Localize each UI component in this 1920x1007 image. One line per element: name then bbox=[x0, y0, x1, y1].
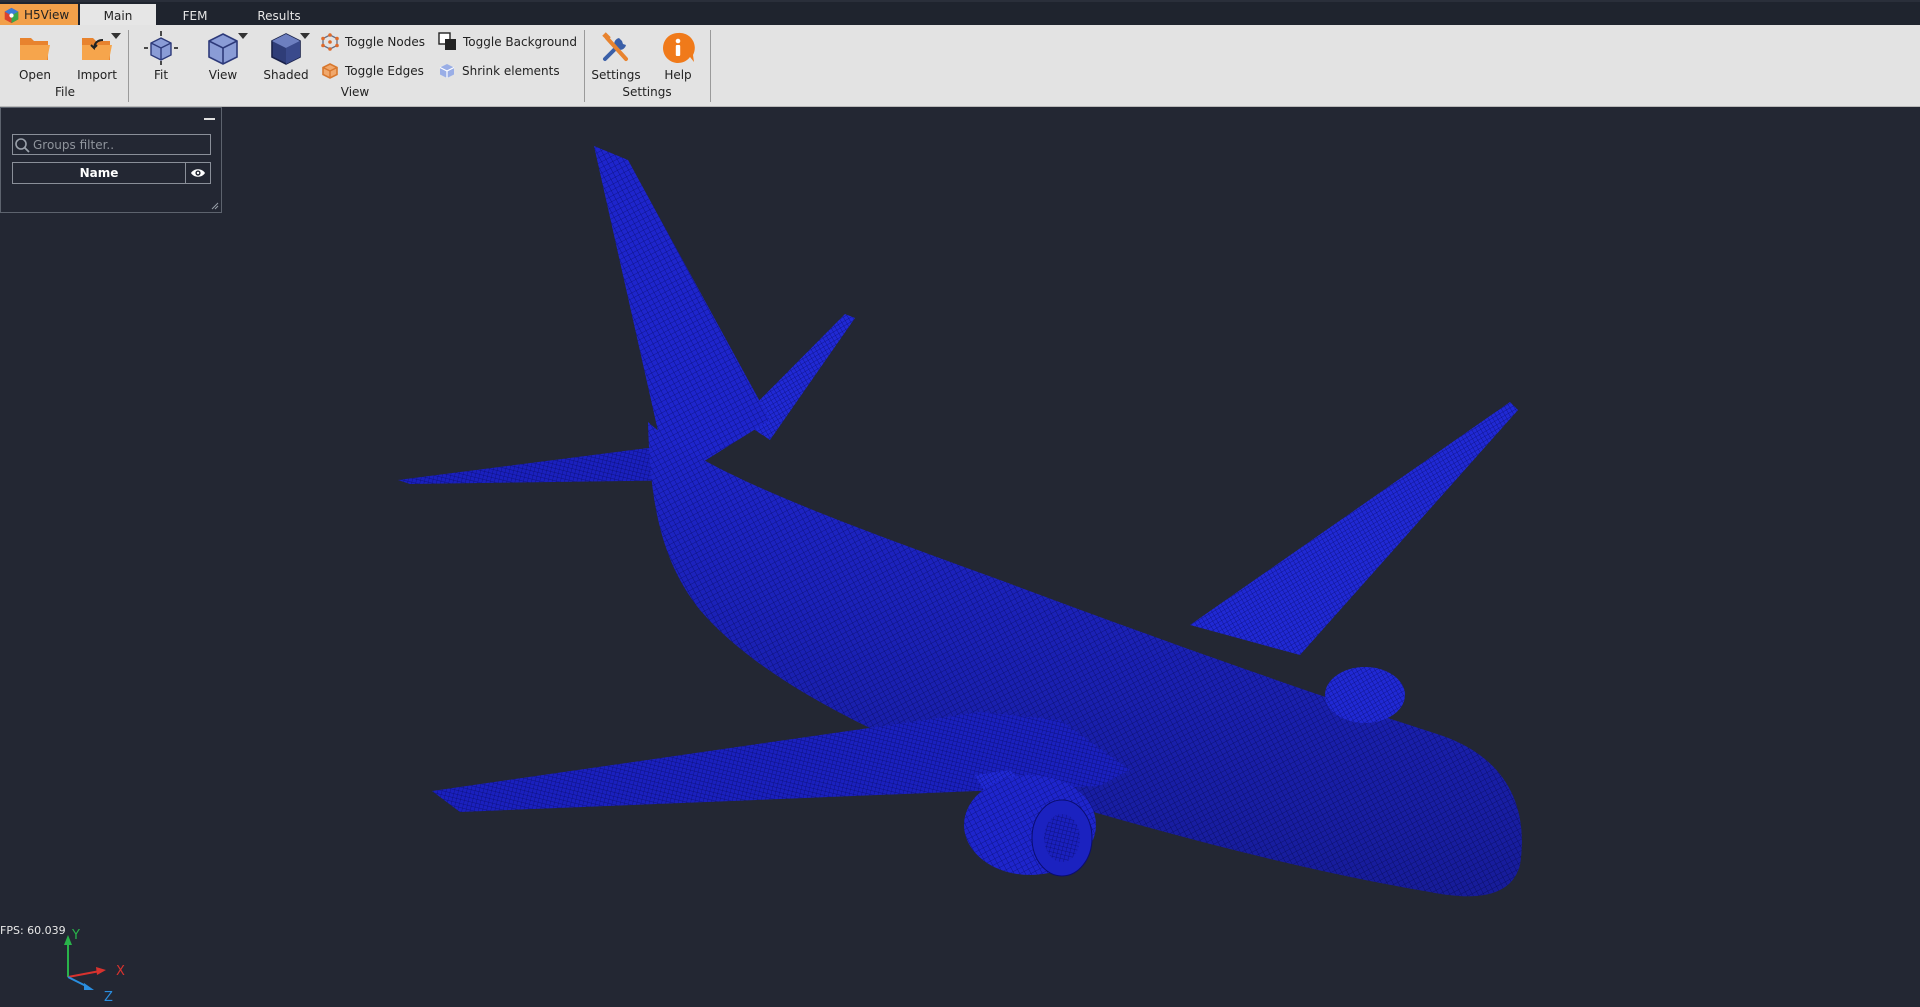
tab-results[interactable]: Results bbox=[250, 4, 308, 27]
shaded-label: Shaded bbox=[263, 68, 309, 82]
visibility-column-header[interactable] bbox=[186, 163, 210, 183]
search-icon bbox=[15, 137, 30, 153]
nodes-icon bbox=[321, 33, 339, 51]
toggle-nodes-button[interactable]: Toggle Nodes bbox=[321, 33, 425, 51]
folder-open-icon bbox=[20, 38, 50, 60]
toggle-edges-label: Toggle Edges bbox=[345, 64, 424, 78]
groups-filter-box[interactable] bbox=[12, 134, 211, 155]
separator bbox=[584, 30, 585, 102]
resize-grip-icon[interactable] bbox=[211, 202, 219, 210]
x-axis-label: X bbox=[116, 964, 125, 979]
shrink-elements-label: Shrink elements bbox=[462, 64, 560, 78]
groups-panel: Name bbox=[0, 107, 222, 213]
edges-icon bbox=[322, 63, 338, 79]
name-column-header[interactable]: Name bbox=[13, 163, 186, 183]
toggle-background-button[interactable]: Toggle Background bbox=[438, 32, 577, 51]
fps-counter: FPS: 60.039 bbox=[0, 924, 66, 937]
app-logo-icon bbox=[4, 7, 19, 23]
ribbon-toolbar: Open Import File Fit View Shaded Toggle … bbox=[0, 25, 1920, 107]
view-label: View bbox=[208, 68, 238, 82]
view-cube-icon bbox=[208, 33, 238, 65]
help-label: Help bbox=[664, 68, 692, 82]
view-button[interactable]: View bbox=[205, 30, 241, 82]
info-icon bbox=[663, 32, 695, 63]
tab-main[interactable]: Main bbox=[80, 4, 156, 27]
view-dropdown-icon[interactable] bbox=[238, 33, 248, 39]
separator bbox=[128, 30, 129, 102]
fit-label: Fit bbox=[153, 68, 169, 82]
shrink-elements-button[interactable]: Shrink elements bbox=[438, 62, 560, 80]
open-label: Open bbox=[18, 68, 52, 82]
shaded-dropdown-icon[interactable] bbox=[300, 33, 310, 39]
background-icon bbox=[438, 32, 456, 50]
tools-icon bbox=[602, 32, 628, 61]
settings-button[interactable]: Settings bbox=[590, 30, 642, 82]
open-button[interactable]: Open bbox=[14, 30, 56, 82]
eye-icon bbox=[191, 169, 205, 177]
fit-button[interactable]: Fit bbox=[143, 30, 179, 82]
settings-group-label: Settings bbox=[622, 85, 672, 99]
help-button[interactable]: Help bbox=[656, 30, 700, 82]
3d-viewport[interactable]: Y X Z bbox=[0, 107, 1920, 1005]
app-name: H5View bbox=[24, 8, 70, 22]
groups-filter-input[interactable] bbox=[31, 137, 193, 152]
y-axis-label: Y bbox=[71, 928, 80, 943]
fit-cube-icon bbox=[144, 31, 178, 65]
view-group-label: View bbox=[340, 85, 370, 99]
toggle-nodes-label: Toggle Nodes bbox=[345, 35, 425, 49]
separator bbox=[710, 30, 711, 102]
axis-triad: Y X Z bbox=[64, 928, 125, 1005]
groups-table-header: Name bbox=[12, 162, 211, 184]
shrink-icon bbox=[439, 64, 455, 78]
import-label: Import bbox=[77, 68, 117, 82]
z-axis-label: Z bbox=[104, 990, 113, 1005]
toggle-edges-button[interactable]: Toggle Edges bbox=[321, 62, 424, 80]
tab-fem[interactable]: FEM bbox=[168, 4, 222, 27]
airplane-mesh-model[interactable] bbox=[0, 107, 1920, 937]
tab-bar: H5View Main FEM Results bbox=[0, 0, 1920, 27]
import-folder-icon bbox=[82, 38, 112, 60]
file-group-label: File bbox=[54, 85, 76, 99]
settings-label: Settings bbox=[591, 68, 641, 82]
import-dropdown-icon[interactable] bbox=[111, 33, 121, 39]
toggle-background-label: Toggle Background bbox=[463, 34, 577, 49]
minimize-icon[interactable] bbox=[204, 118, 215, 120]
app-menu-tab[interactable]: H5View bbox=[0, 4, 78, 26]
shaded-cube-icon bbox=[271, 33, 301, 65]
